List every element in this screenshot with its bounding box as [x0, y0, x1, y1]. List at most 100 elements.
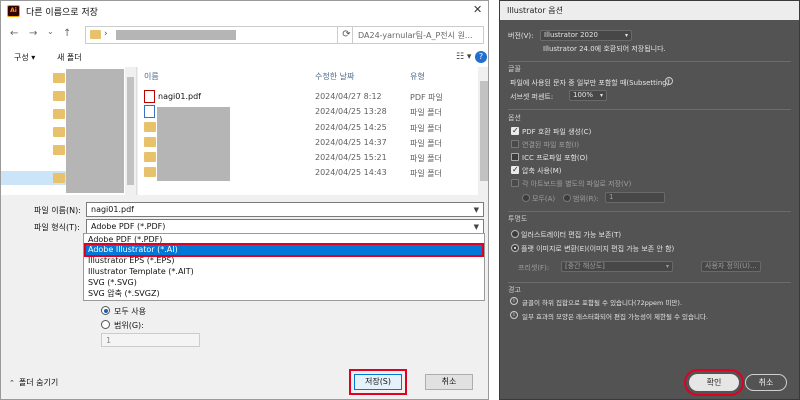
- cancel-button[interactable]: 취소: [425, 374, 473, 390]
- cancel-button[interactable]: 취소: [745, 374, 787, 391]
- filetype-dropdown-list: Adobe PDF (*.PDF) Adobe Illustrator (*.A…: [83, 233, 485, 301]
- chevron-down-icon: ▾: [599, 92, 603, 99]
- version-label: 버전(V):: [508, 32, 534, 40]
- include-linked-checkbox[interactable]: [511, 140, 519, 148]
- chevron-down-icon: ▾: [624, 32, 628, 39]
- use-all-label: 모두 사용: [114, 307, 146, 316]
- use-all-radio[interactable]: [101, 306, 110, 315]
- transparency-header: 투명도: [508, 215, 528, 223]
- redacted-path: [116, 30, 236, 40]
- organize-button[interactable]: 구성 ▾: [14, 52, 35, 63]
- filetype-option[interactable]: SVG (*.SVG): [86, 278, 482, 288]
- version-select[interactable]: Illustrator 2020 ▾: [540, 30, 632, 41]
- use-compression-checkbox[interactable]: [511, 165, 519, 174]
- address-bar[interactable]: ›: [85, 26, 338, 44]
- file-date: 2024/04/25 13:28: [315, 107, 387, 116]
- hide-folders-toggle[interactable]: ⌃ 폴더 숨기기: [9, 377, 58, 388]
- preset-label: 프리셋(F):: [518, 264, 550, 272]
- artboards-range-radio[interactable]: [563, 194, 571, 202]
- file-type: 파일 폴더: [410, 108, 442, 117]
- table-row[interactable]: nagi01.pdf 2024/04/27 8:12 PDF 파일: [138, 89, 478, 104]
- ok-button[interactable]: 확인: [684, 369, 744, 396]
- folder-icon: [90, 30, 101, 39]
- hide-folders-label: 폴더 숨기기: [18, 378, 59, 387]
- create-pdf-label: PDF 호환 파일 생성(C): [522, 128, 592, 136]
- version-value: Illustrator 2020: [544, 31, 598, 39]
- filetype-option[interactable]: Illustrator EPS (*.EPS): [86, 256, 482, 266]
- preserve-paths-label: 일러스트레이터 편집 가능 보존(T): [521, 231, 622, 239]
- file-date: 2024/04/25 14:25: [315, 123, 387, 132]
- divider: [508, 282, 791, 283]
- range-radio[interactable]: [101, 320, 110, 329]
- pdf-file-icon: [144, 90, 155, 103]
- help-icon[interactable]: ?: [475, 51, 487, 63]
- filetype-option[interactable]: SVG 압축 (*.SVGZ): [86, 289, 482, 299]
- image-file-icon: [144, 105, 155, 118]
- artboards-range-input[interactable]: 1: [605, 192, 665, 203]
- version-note: Illustrator 24.0에 호환되어 저장됩니다.: [543, 45, 666, 53]
- close-icon[interactable]: ✕: [473, 3, 482, 16]
- chevron-up-icon: ⌃: [9, 378, 15, 387]
- illustrator-app-icon: Ai: [7, 5, 20, 17]
- create-pdf-checkbox[interactable]: [511, 126, 519, 135]
- divider: [508, 211, 791, 212]
- up-arrow-icon[interactable]: ↑: [63, 28, 71, 39]
- column-header-date[interactable]: 수정한 날짜: [315, 71, 354, 82]
- artboards-range-label: 범위(R):: [573, 195, 599, 203]
- save-artboards-checkbox[interactable]: [511, 179, 519, 187]
- warning-text: 일부 효과의 모양은 래스터화되어 편집 가능성이 제한될 수 있습니다.: [522, 313, 709, 321]
- filename-input[interactable]: nagi01.pdf ▼: [86, 202, 484, 217]
- recent-dropdown-icon[interactable]: ⌄: [47, 27, 54, 36]
- column-header-name[interactable]: 이름: [144, 71, 159, 82]
- file-list: 이름 수정한 날짜 유형 nagi01.pdf 2024/04/27 8:12 …: [138, 67, 488, 195]
- divider: [508, 109, 791, 110]
- file-list-scrollbar-thumb[interactable]: [480, 81, 488, 181]
- filetype-option[interactable]: Illustrator Template (*.AIT): [86, 267, 482, 277]
- preserve-appearance-radio[interactable]: [511, 244, 519, 252]
- file-name: nagi01.pdf: [158, 92, 201, 101]
- folder-icon: [53, 173, 65, 183]
- filetype-option-selected[interactable]: Adobe Illustrator (*.AI): [84, 243, 484, 257]
- preset-select[interactable]: [중간 해상도] ▾: [561, 261, 673, 272]
- artboards-all-label: 모두(A): [532, 195, 556, 203]
- search-input[interactable]: DA24-yarnular팀-A_P전시 원...: [352, 26, 484, 44]
- folder-icon: [53, 109, 65, 119]
- navigation-bar: ← → ⌄ ↑ › ⟳ DA24-yarnular팀-A_P전시 원...: [1, 21, 488, 49]
- folder-icon: [53, 145, 65, 155]
- save-button[interactable]: 저장(S): [349, 369, 407, 395]
- preserve-paths-radio[interactable]: [511, 230, 519, 238]
- nav-scrollbar-thumb[interactable]: [127, 77, 134, 185]
- preserve-appearance-label: 플랫 이미지로 변환(E)(이미지 편집 가능 보존 안 함): [521, 245, 675, 253]
- subset-percent-label: 서브셋 퍼센트:: [510, 93, 554, 101]
- folder-icon: [144, 137, 156, 147]
- chevron-down-icon[interactable]: ▼: [474, 206, 479, 214]
- preset-value: [중간 해상도]: [565, 262, 605, 270]
- save-as-dialog: Ai 다른 이름으로 저장 ✕ ← → ⌄ ↑ › ⟳ DA24-yarnula…: [0, 0, 489, 400]
- folder-icon: [53, 91, 65, 101]
- chevron-down-icon[interactable]: ▼: [474, 223, 479, 231]
- custom-button[interactable]: 사용자 정의(U)...: [701, 261, 761, 272]
- range-input[interactable]: 1: [101, 333, 200, 347]
- include-icc-label: ICC 프로파일 포함(O): [522, 154, 588, 162]
- include-icc-checkbox[interactable]: [511, 153, 519, 161]
- navigation-pane[interactable]: [1, 67, 137, 195]
- back-arrow-icon[interactable]: ←: [10, 28, 18, 39]
- filetype-option[interactable]: Adobe PDF (*.PDF): [86, 235, 482, 245]
- subset-percent-select[interactable]: 100% ▾: [569, 90, 607, 101]
- options-header: 옵션: [508, 114, 521, 122]
- chevron-down-icon: ▾: [665, 263, 669, 270]
- file-type: 파일 폴더: [410, 124, 442, 133]
- dialog-title: 다른 이름으로 저장: [26, 8, 98, 18]
- file-date: 2024/04/27 8:12: [315, 92, 382, 101]
- view-options-icon[interactable]: ☷ ▾: [456, 52, 471, 62]
- file-date: 2024/04/25 14:43: [315, 168, 387, 177]
- fonts-header: 글꼴: [508, 65, 521, 73]
- forward-arrow-icon[interactable]: →: [29, 28, 37, 39]
- new-folder-button[interactable]: 새 폴더: [57, 52, 82, 63]
- artboards-all-radio[interactable]: [522, 194, 530, 202]
- title-bar: Ai 다른 이름으로 저장 ✕: [1, 1, 488, 21]
- filetype-select[interactable]: Adobe PDF (*.PDF) ▼: [86, 219, 484, 234]
- folder-icon: [144, 152, 156, 162]
- use-compression-label: 압축 사용(M): [522, 167, 562, 175]
- column-header-type[interactable]: 유형: [410, 71, 425, 82]
